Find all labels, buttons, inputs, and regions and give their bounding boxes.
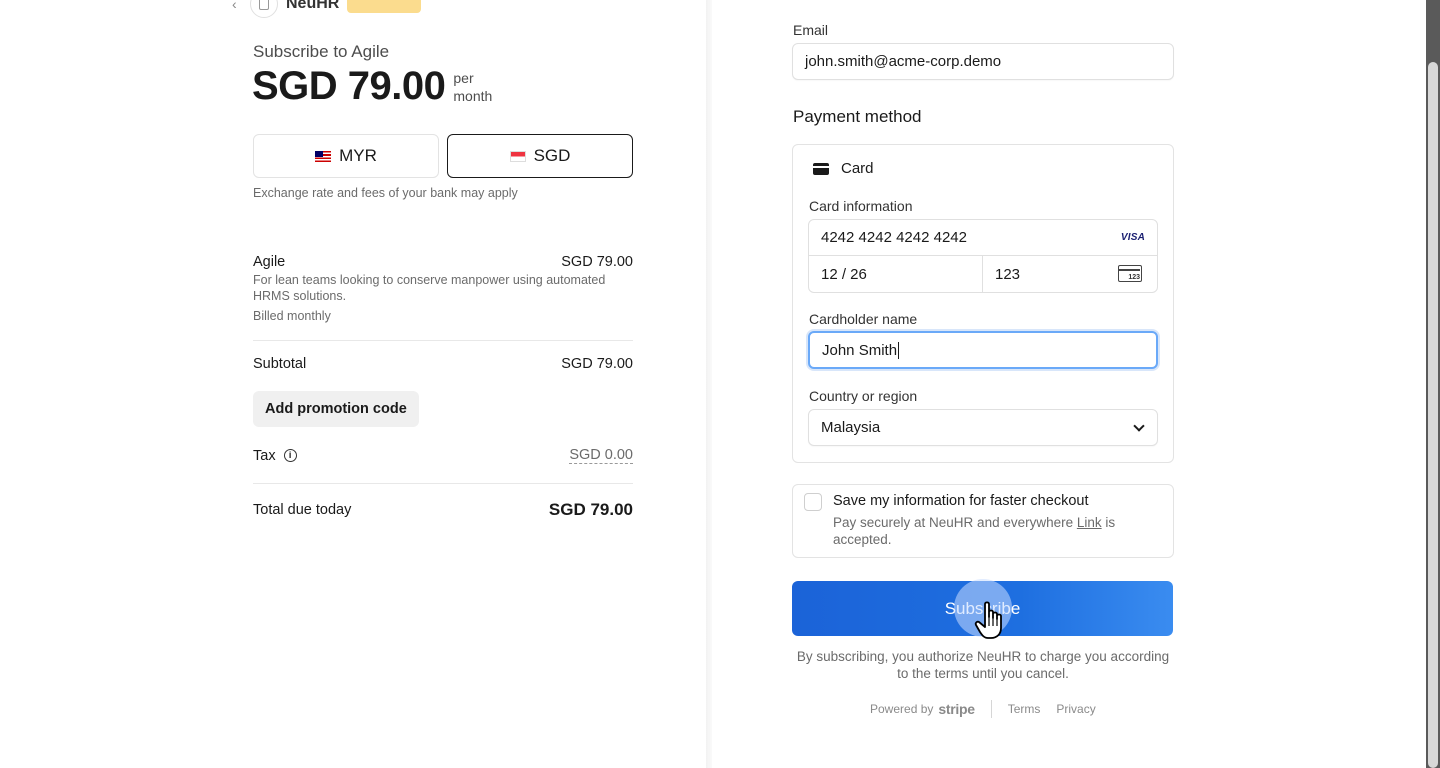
link-link[interactable]: Link	[1077, 515, 1102, 530]
country-value: Malaysia	[821, 419, 881, 436]
order-summary-panel	[0, 0, 712, 768]
test-mode-badge	[347, 0, 422, 13]
card-cvc-value: 123	[995, 265, 1021, 283]
brand-header: ‹ NeuHR	[232, 0, 422, 18]
divider	[253, 483, 633, 484]
payment-method-title: Payment method	[793, 107, 922, 126]
back-arrow-icon[interactable]: ‹	[232, 0, 242, 12]
tax-label-group: Tax i	[253, 448, 297, 464]
info-icon[interactable]: i	[283, 449, 297, 462]
currency-option-sgd[interactable]: SGD	[447, 134, 633, 178]
currency-code: MYR	[339, 146, 377, 165]
cardholder-name-value: John Smith	[822, 341, 898, 359]
cardholder-label: Cardholder name	[809, 311, 918, 327]
scrollbar-thumb[interactable]	[1428, 62, 1438, 768]
price-period-line2: month	[453, 87, 493, 104]
visa-icon: VISA	[1120, 232, 1145, 243]
card-tab-label: Card	[841, 160, 874, 177]
line-item-price: SGD 79.00	[561, 254, 633, 270]
card-number-value: 4242 4242 4242 4242	[821, 229, 967, 246]
card-expiry-value: 12 / 26	[821, 265, 867, 283]
brand-name: NeuHR	[286, 0, 340, 12]
footer-separator	[990, 700, 992, 718]
tax-value[interactable]: SGD 0.00	[569, 447, 633, 464]
total-row: Total due today SGD 79.00	[253, 500, 633, 520]
email-label: Email	[793, 22, 829, 38]
card-cvc-field[interactable]: 123 123	[983, 256, 1157, 292]
powered-by-label: Powered by	[870, 702, 934, 716]
text-caret	[898, 341, 900, 359]
save-info-title: Save my information for faster checkout	[833, 493, 1089, 509]
footer: Powered by stripe Terms Privacy	[870, 700, 1112, 718]
exchange-note: Exchange rate and fees of your bank may …	[253, 186, 518, 200]
add-promotion-code-button[interactable]: Add promotion code	[253, 391, 419, 427]
subtotal-label: Subtotal	[253, 356, 307, 372]
price-amount: SGD 79.00	[252, 64, 446, 108]
email-field[interactable]: john.smith@acme-corp.demo	[792, 43, 1174, 80]
card-number-field[interactable]: 4242 4242 4242 4242 VISA	[809, 220, 1157, 256]
save-info-desc-before: Pay securely at NeuHR and everywhere	[833, 515, 1077, 530]
hand-cursor-icon	[974, 601, 1002, 639]
divider	[253, 340, 633, 341]
brand-logo	[250, 0, 278, 18]
subtotal-row: Subtotal SGD 79.00	[253, 356, 633, 372]
card-expiry-field[interactable]: 12 / 26	[809, 256, 983, 292]
line-item-billing: Billed monthly	[253, 309, 331, 323]
terms-link[interactable]: Terms	[1008, 702, 1041, 716]
currency-option-myr[interactable]: MYR	[253, 134, 439, 178]
line-item: Agile SGD 79.00 For lean teams looking t…	[253, 254, 633, 323]
privacy-link[interactable]: Privacy	[1056, 702, 1095, 716]
malaysia-flag-icon	[315, 150, 332, 162]
price-period-line1: per	[453, 69, 474, 86]
tax-row: Tax i SGD 0.00	[253, 447, 633, 464]
stripe-logo[interactable]: stripe	[938, 701, 975, 717]
total-value: SGD 79.00	[548, 500, 633, 519]
total-label: Total due today	[253, 502, 352, 518]
card-info-label: Card information	[809, 198, 913, 214]
save-info-checkbox[interactable]	[804, 493, 822, 511]
chevron-down-icon	[1133, 419, 1145, 432]
save-info-description: Pay securely at NeuHR and everywhere Lin…	[833, 514, 1133, 548]
card-info-group: 4242 4242 4242 4242 VISA 12 / 26 123 123	[808, 219, 1158, 293]
payment-tab-card[interactable]: Card	[813, 160, 874, 177]
line-item-description: For lean teams looking to conserve manpo…	[253, 273, 606, 303]
country-label: Country or region	[809, 388, 918, 404]
building-icon	[259, 0, 269, 10]
currency-selector: MYR SGD	[253, 134, 633, 178]
cvc-card-icon: 123	[1118, 265, 1142, 282]
price-display: SGD 79.00 per month	[252, 64, 492, 109]
email-value: john.smith@acme-corp.demo	[805, 53, 1002, 70]
legal-notice: By subscribing, you authorize NeuHR to c…	[796, 649, 1170, 681]
cvc-icon-text: 123	[1128, 274, 1140, 281]
country-select[interactable]: Malaysia	[808, 409, 1158, 446]
credit-card-icon	[813, 162, 829, 175]
subtotal-value: SGD 79.00	[561, 356, 633, 372]
cardholder-name-field[interactable]: John Smith	[808, 331, 1158, 369]
price-period: per month	[453, 69, 492, 105]
tax-label: Tax	[253, 447, 276, 464]
product-heading: Subscribe to Agile	[253, 42, 390, 61]
singapore-flag-icon	[509, 150, 526, 162]
currency-code: SGD	[533, 146, 571, 165]
